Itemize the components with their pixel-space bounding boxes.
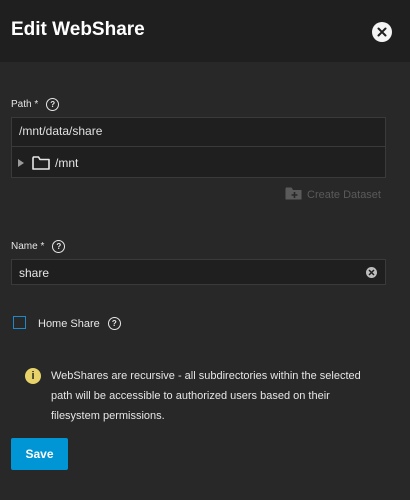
home-share-label-row: Home Share ? (38, 317, 121, 330)
info-message: WebShares are recursive - all subdirecto… (51, 370, 361, 422)
close-icon[interactable] (372, 22, 392, 42)
help-icon[interactable]: ? (107, 317, 121, 330)
expand-arrow-icon[interactable] (18, 158, 24, 167)
tree-node-label: /mnt (55, 155, 79, 170)
name-input[interactable]: share (11, 259, 386, 285)
dialog-title: Edit WebShare (11, 19, 145, 40)
info-icon: i (25, 368, 41, 384)
path-label-row: Path * ? (11, 98, 60, 111)
name-label: Name * (11, 241, 45, 252)
folder-icon (32, 156, 50, 170)
home-share-label: Home Share (38, 317, 100, 330)
create-dataset-label: Create Dataset (307, 189, 381, 201)
help-icon[interactable]: ? (52, 240, 66, 253)
dialog-header: Edit WebShare (0, 0, 410, 62)
folder-plus-icon (285, 187, 302, 203)
clear-icon[interactable] (366, 267, 377, 278)
tree-node-mnt[interactable]: /mnt (12, 147, 385, 178)
path-label: Path * (11, 99, 39, 110)
name-label-row: Name * ? (11, 240, 66, 253)
save-button[interactable]: Save (11, 438, 68, 470)
help-icon[interactable]: ? (46, 98, 60, 111)
create-dataset-button[interactable]: Create Dataset (285, 187, 381, 203)
path-explorer: /mnt/data/share /mnt (11, 117, 386, 178)
path-input[interactable]: /mnt/data/share (12, 118, 385, 147)
home-share-checkbox[interactable] (13, 316, 26, 329)
